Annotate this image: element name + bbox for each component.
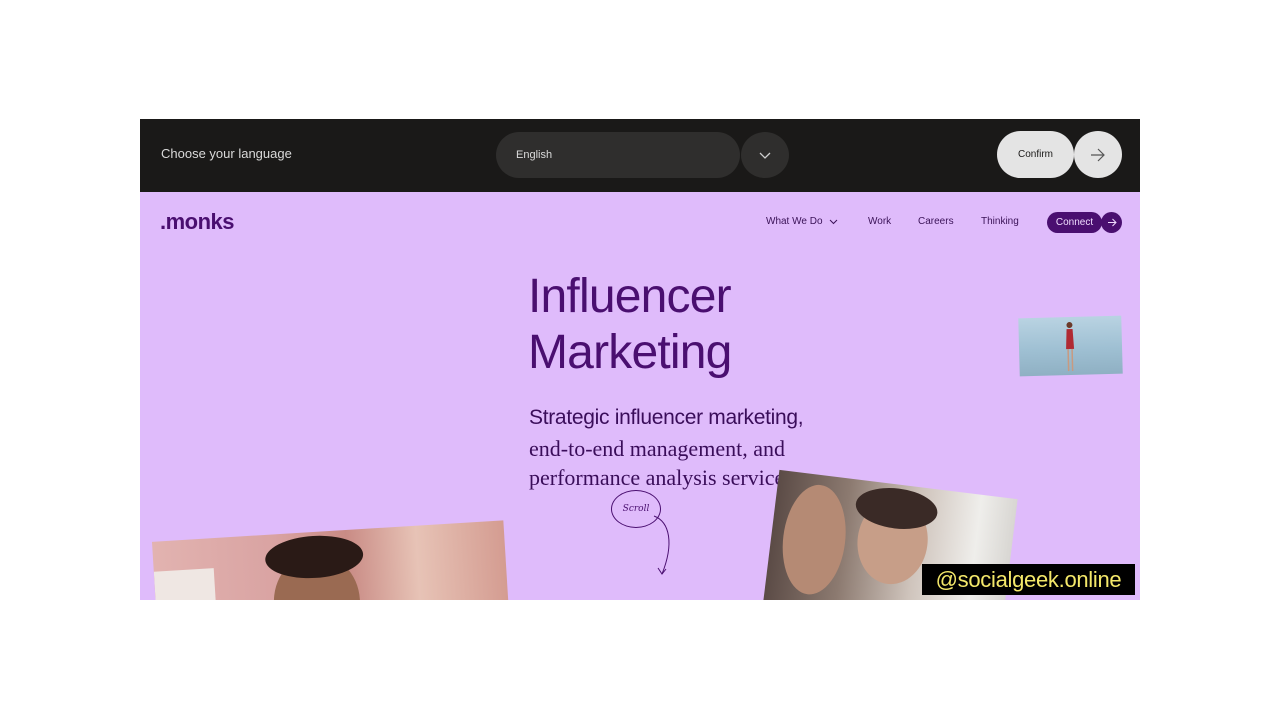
arrow-right-icon bbox=[1091, 148, 1105, 161]
language-dropdown-button[interactable] bbox=[741, 132, 789, 178]
hero-subtitle-strong: Strategic influencer marketing, bbox=[529, 406, 804, 429]
arrow-right-icon bbox=[1107, 218, 1117, 227]
nav-item-what-we-do[interactable]: What We Do bbox=[766, 216, 838, 227]
influencer-photo-small bbox=[1018, 315, 1123, 377]
connect-arrow-button[interactable] bbox=[1101, 212, 1122, 233]
language-bar-label: Choose your language bbox=[161, 146, 292, 161]
language-select[interactable]: English bbox=[496, 132, 740, 178]
nav-item-label: What We Do bbox=[766, 216, 823, 227]
page-title-line-1: Influencer bbox=[528, 270, 732, 323]
person-figure bbox=[1066, 322, 1075, 372]
chevron-down-icon bbox=[759, 152, 771, 159]
laptop-shape bbox=[153, 568, 219, 600]
browser-viewport: Choose your language English Confirm .mo… bbox=[140, 119, 1140, 600]
watermark: @socialgeek.online bbox=[922, 564, 1135, 595]
chevron-down-icon bbox=[829, 219, 837, 224]
selected-language: English bbox=[516, 149, 553, 161]
nav-item-careers[interactable]: Careers bbox=[918, 216, 954, 227]
scroll-arrow-icon bbox=[653, 515, 670, 575]
face-shape bbox=[776, 481, 852, 599]
page-title-line-2: Marketing bbox=[528, 326, 732, 379]
monks-logo[interactable]: .monks bbox=[160, 209, 235, 235]
connect-button[interactable]: Connect bbox=[1047, 212, 1102, 233]
page-title: Influencer Marketing bbox=[528, 269, 928, 381]
confirm-button[interactable]: Confirm bbox=[997, 131, 1074, 178]
influencer-photo-left bbox=[151, 520, 511, 600]
language-bar: Choose your language English Confirm bbox=[140, 119, 1140, 192]
confirm-arrow-button[interactable] bbox=[1074, 131, 1122, 178]
nav-item-thinking[interactable]: Thinking bbox=[981, 216, 1019, 227]
nav-item-work[interactable]: Work bbox=[868, 216, 891, 227]
